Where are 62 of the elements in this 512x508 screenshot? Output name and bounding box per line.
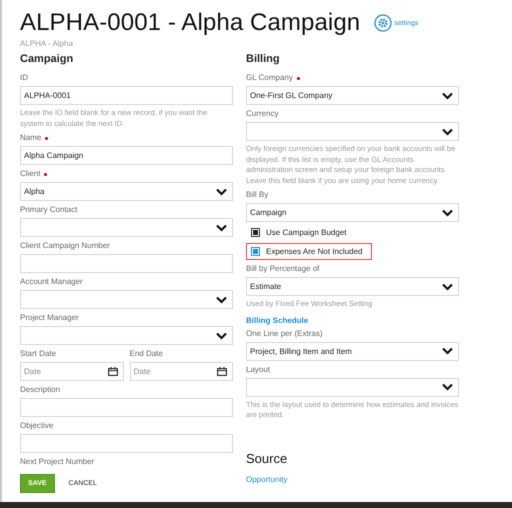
select-field[interactable]: Campaign [246,203,459,222]
page-title: ALPHA-0001 - Alpha Campaign [20,9,360,37]
field-label: Bill by Percentage of [246,263,320,275]
field-label: Description [20,384,60,396]
date-field[interactable]: Date [20,362,124,381]
record-subtitle: ALPHA - Alpha [20,39,74,50]
required-dot [45,136,48,140]
date-field[interactable]: Date [130,362,233,381]
input-field[interactable] [20,398,233,417]
input-field[interactable] [20,254,233,273]
field-label: One Line per (Extras) [246,328,322,340]
field-label: Project Manager [20,312,79,324]
chevron-icon [442,208,453,216]
required-dot [296,76,300,80]
gear-icon [374,14,392,32]
select-field[interactable]: One-First GL Company [246,86,459,105]
section-heading: Campaign [20,53,74,67]
chevron-icon [442,383,453,391]
required-dot [44,172,48,176]
field-label: Layout [246,364,270,376]
calendar-icon [108,367,118,376]
field-label: Name [20,132,42,144]
field-label: Client Campaign Number [20,240,110,252]
field-label: ID [20,72,28,84]
field-label: Account Manager [20,276,83,288]
opportunity-link[interactable]: Opportunity [246,474,459,484]
input-field[interactable]: Alpha Campaign [20,146,233,165]
select-field[interactable] [20,290,233,309]
input-field[interactable]: ALPHA-0001 [20,86,233,105]
field-label: End Date [130,348,164,360]
chevron-icon [216,188,227,196]
field-label: Currency [246,108,278,120]
chevron-icon [442,347,453,355]
section-heading: Billing [246,53,281,67]
select-field[interactable] [20,218,233,237]
checkbox-label: Expenses Are Not Included [266,247,363,256]
field-label: Objective [20,420,54,432]
field-label: Next Project Number [20,456,96,468]
chevron-icon [442,128,453,136]
select-field[interactable] [20,326,233,345]
select-field[interactable]: Project, Billing Item and Item [246,342,459,360]
chevron-icon [216,224,227,232]
checkbox[interactable] [251,247,260,256]
field-label: Primary Contact [20,204,78,216]
calendar-icon [217,367,227,376]
chevron-icon [216,296,227,304]
section-heading: Source [246,450,288,468]
select-field[interactable]: Alpha [20,182,233,201]
select-field[interactable] [246,378,459,396]
field-label: Bill By [246,189,268,201]
field-label: GL Company [246,72,293,84]
select-field[interactable]: Estimate [246,277,459,296]
input-field[interactable] [20,434,233,453]
field-label: Start Date [20,348,58,360]
chevron-icon [442,92,453,100]
chevron-icon [216,332,227,340]
field-label: Client [20,168,40,180]
checkbox[interactable] [251,228,260,237]
select-field[interactable] [246,122,459,141]
checkbox-label: Use Campaign Budget [266,228,346,237]
chevron-icon [442,282,453,290]
billing-schedule-link[interactable]: Billing Schedule [246,316,459,324]
